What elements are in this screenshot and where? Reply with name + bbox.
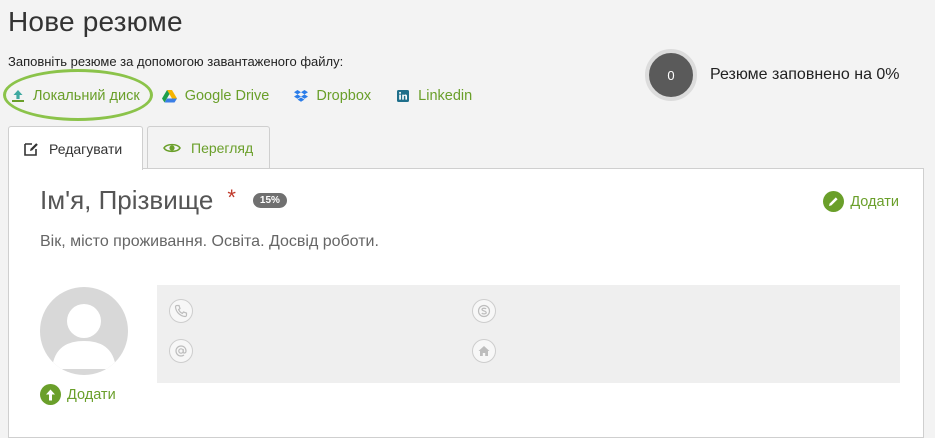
page-title: Нове резюме [8, 6, 183, 37]
home-icon[interactable] [472, 339, 496, 363]
percent-badge: 15% [252, 193, 287, 208]
upload-sources: Локальний диск Google Drive Dropbox Link… [3, 69, 472, 121]
tab-preview-label: Перегляд [191, 139, 254, 156]
contacts-panel [157, 285, 900, 383]
phone-icon[interactable] [169, 299, 193, 323]
avatar [40, 287, 128, 375]
progress-text: Резюме заповнено на 0% [710, 66, 900, 83]
upload-arrow-icon [40, 384, 61, 405]
resume-card: Ім'я, Прізвище * 15% Додати Вік, місто п… [8, 168, 924, 438]
add-personal-info-label: Додати [850, 193, 899, 210]
name-title: Ім'я, Прізвище [40, 185, 214, 215]
source-dropbox[interactable]: Dropbox [293, 88, 371, 104]
email-icon[interactable] [169, 339, 193, 363]
name-row: Ім'я, Прізвище * 15% [40, 185, 287, 216]
source-linkedin-label: Linkedin [418, 88, 473, 104]
card-subtitle: Вік, місто проживання. Освіта. Досвід ро… [40, 233, 379, 250]
source-google-drive-label: Google Drive [184, 88, 270, 104]
tab-preview[interactable]: Перегляд [147, 126, 270, 168]
linkedin-icon [395, 88, 411, 104]
add-personal-info-button[interactable]: Додати [823, 191, 899, 212]
tab-edit-label: Редагувати [49, 140, 123, 157]
source-dropbox-label: Dropbox [316, 88, 372, 104]
eye-icon [163, 142, 181, 154]
dropbox-icon [293, 88, 309, 104]
fill-progress: 0 Резюме заповнено на 0% [645, 49, 900, 101]
tab-edit[interactable]: Редагувати [8, 126, 143, 170]
edit-icon [23, 141, 39, 157]
add-photo-label: Додати [67, 386, 116, 403]
pencil-icon [823, 191, 845, 212]
add-photo-button[interactable]: Додати [40, 384, 116, 405]
source-google-drive[interactable]: Google Drive [162, 88, 270, 104]
required-mark: * [227, 184, 236, 210]
source-local-disk-label: Локальний диск [33, 88, 140, 104]
google-drive-icon [162, 88, 178, 104]
source-linkedin[interactable]: Linkedin [395, 88, 472, 104]
upload-icon [10, 88, 26, 104]
source-local-disk[interactable]: Локальний диск [3, 69, 153, 121]
tab-bar: Редагувати Перегляд [8, 126, 270, 170]
upload-hint: Заповніть резюме за допомогою завантажен… [8, 54, 344, 69]
progress-circle: 0 [645, 49, 697, 101]
skype-icon[interactable] [472, 299, 496, 323]
